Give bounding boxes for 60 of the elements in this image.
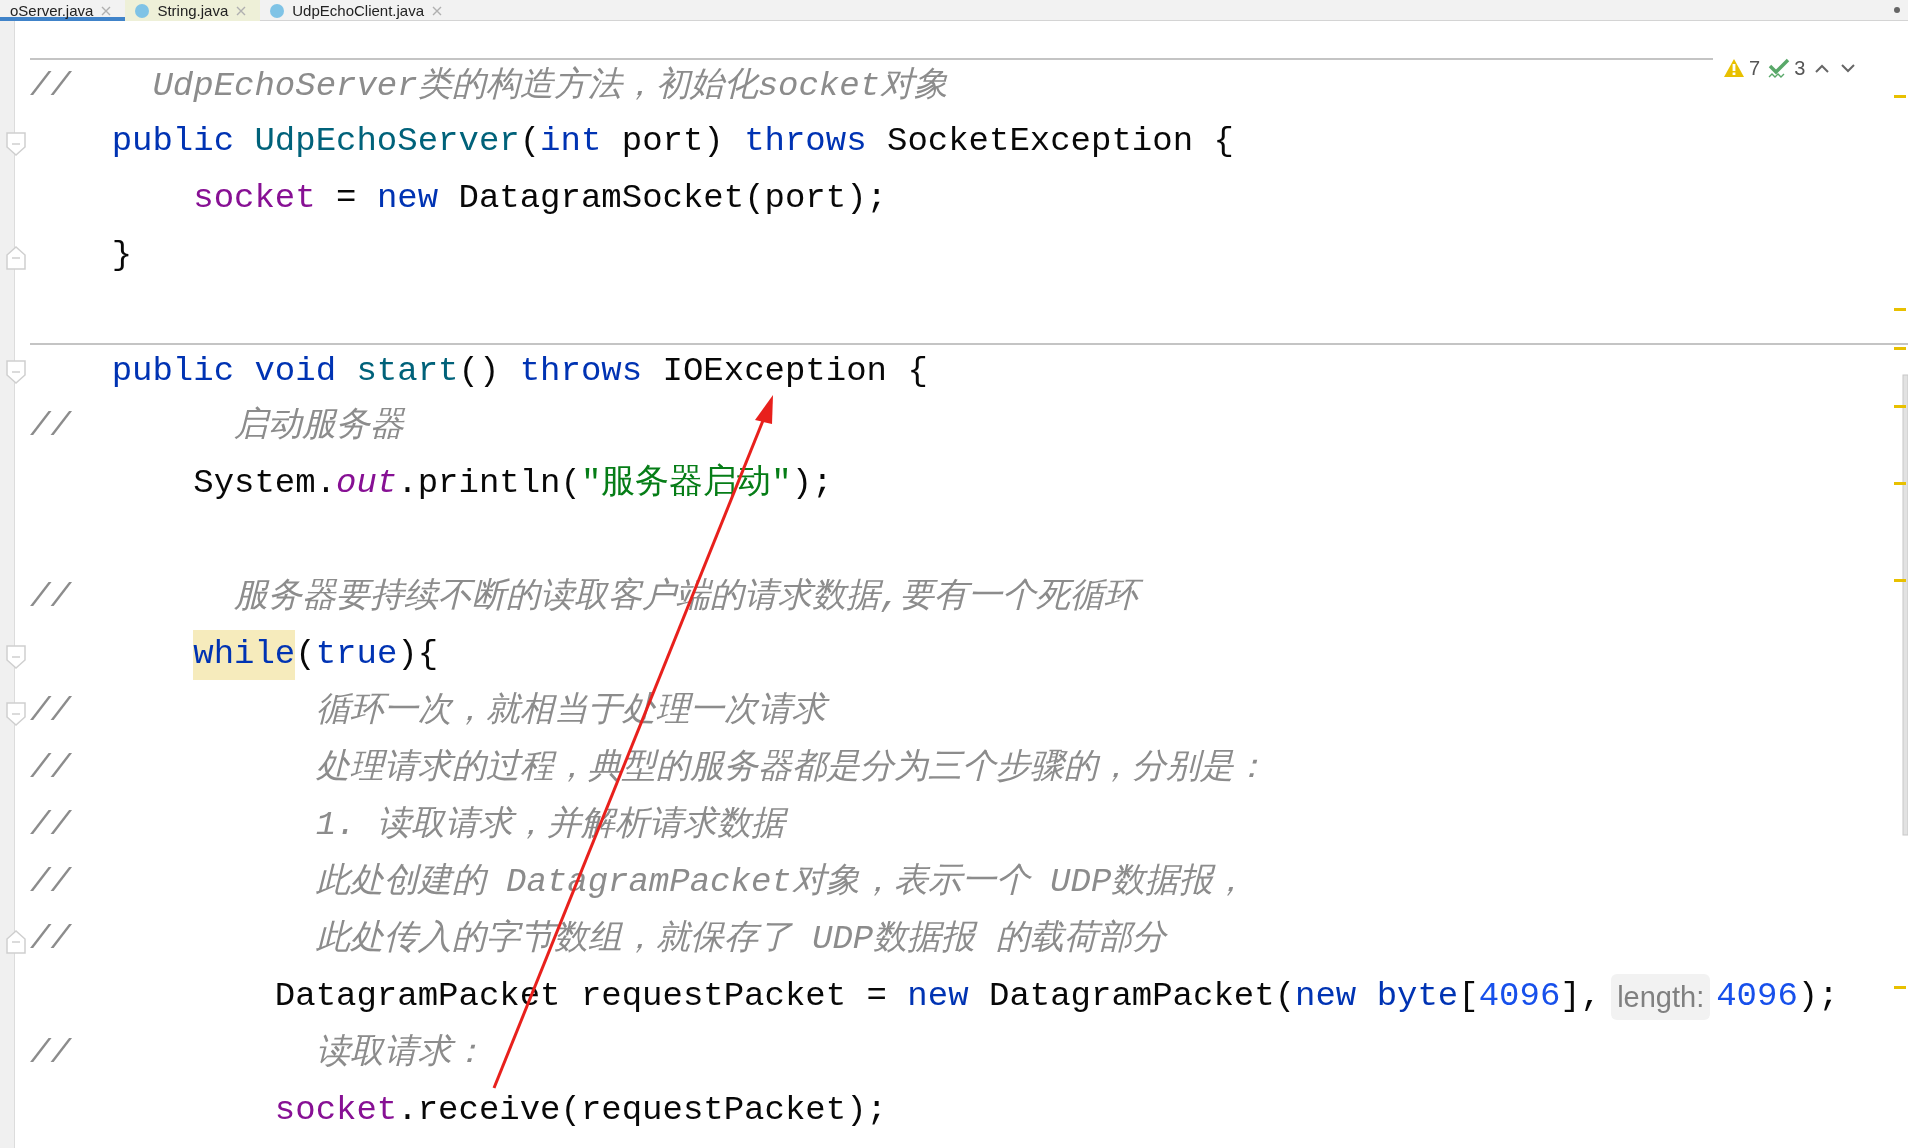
code-text: () — [458, 351, 501, 393]
next-icon[interactable] — [1839, 62, 1858, 74]
weak-warning-count[interactable]: 3 — [1794, 53, 1806, 83]
editor-tab[interactable]: oServer.java — [0, 0, 126, 21]
editor-tab[interactable]: UdpEchoClient.java — [260, 0, 456, 21]
code-comment: // UdpEchoServer类的构造方法，初始化socket对象 — [30, 65, 950, 108]
scrollbar-thumb[interactable] — [1902, 374, 1908, 836]
class-file-icon — [135, 3, 150, 18]
code-text: SocketException { — [887, 121, 1234, 163]
number-literal: 4096 — [1478, 976, 1561, 1018]
code-text: ); — [791, 463, 833, 505]
editor-tab[interactable]: String.java — [125, 0, 261, 21]
static-field: out — [336, 459, 398, 509]
warning-icon[interactable] — [1723, 58, 1745, 78]
method-name: UdpEchoServer — [254, 121, 520, 163]
code-text: .println( — [397, 463, 581, 505]
fold-icon[interactable] — [4, 129, 28, 158]
fold-icon[interactable] — [4, 642, 28, 671]
code-text: System. — [193, 463, 337, 505]
check-icon[interactable] — [1768, 57, 1791, 79]
code-text: ); — [1797, 976, 1839, 1018]
code-text: ( — [519, 121, 541, 163]
parameter-hint: length: — [1611, 974, 1711, 1021]
keyword: true — [315, 634, 398, 676]
code-comment: // 此处传入的字节数组，就保存了 UDP数据报 的载荷部分 — [30, 918, 1169, 961]
code-text: = — [336, 178, 358, 220]
keyword: public void — [111, 351, 337, 393]
keyword: new — [907, 976, 969, 1018]
class-file-icon — [270, 3, 285, 18]
code-text: ], — [1560, 976, 1602, 1018]
close-icon[interactable] — [236, 5, 247, 16]
code-text: DatagramSocket(port); — [458, 178, 887, 220]
keyword: throws — [744, 121, 867, 163]
keyword: throws — [519, 351, 643, 393]
close-icon[interactable] — [101, 5, 112, 16]
fold-icon[interactable] — [4, 357, 28, 386]
fold-icon[interactable] — [4, 699, 28, 728]
code-comment: // 处理请求的过程，典型的服务器都是分为三个步骤的，分别是： — [30, 748, 1269, 790]
code-text: ( — [295, 634, 316, 676]
method-name: start — [356, 351, 459, 393]
close-icon[interactable] — [432, 5, 442, 16]
code-text: [ — [1458, 976, 1479, 1018]
code-comment: // 启动服务器 — [30, 405, 407, 448]
code-text: } — [111, 235, 133, 277]
code-comment: // 读取请求： — [30, 1033, 487, 1075]
keyword: new — [376, 178, 439, 220]
code-text: DatagramPacket( — [989, 976, 1296, 1018]
code-text: ){ — [397, 634, 439, 676]
field-name: socket — [274, 1090, 398, 1132]
number-literal: 4096 — [1716, 976, 1798, 1018]
code-text: IOException { — [662, 351, 928, 393]
code-text: port) — [621, 121, 725, 163]
keyword: new byte — [1295, 976, 1459, 1018]
code-text: .receive(requestPacket); — [397, 1090, 887, 1132]
keyword: public — [111, 121, 235, 163]
keyword: while — [193, 630, 296, 680]
string-literal: "服务器启动" — [580, 462, 792, 505]
keyword: int — [540, 121, 602, 163]
warning-count[interactable]: 7 — [1749, 53, 1761, 83]
field-name: socket — [193, 178, 316, 220]
